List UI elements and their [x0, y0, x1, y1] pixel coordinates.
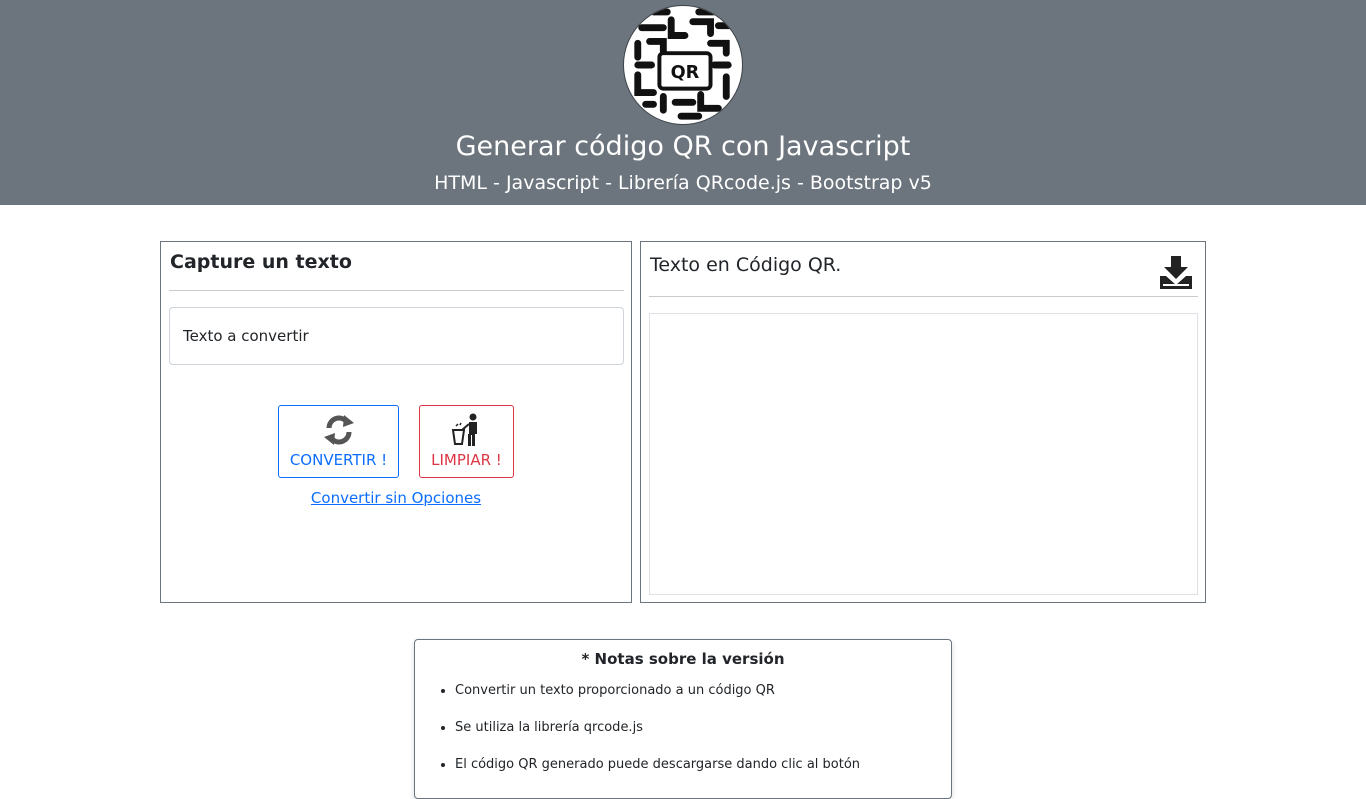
- list-item: Convertir un texto proporcionado a un có…: [455, 682, 860, 719]
- refresh-icon: [323, 415, 354, 445]
- download-icon[interactable]: [1157, 254, 1195, 292]
- qr-output-area: [649, 313, 1198, 595]
- input-card: Capture un texto CONVERTIR ! LIMPIAR ! C…: [160, 241, 632, 603]
- convert-without-options-link[interactable]: Convertir sin Opciones: [161, 489, 631, 507]
- page-title: Generar código QR con Javascript: [455, 131, 911, 162]
- release-notes: * Notas sobre la versión Convertir un te…: [414, 639, 952, 799]
- page-header: QR Generar código QR con Javascript HTML…: [0, 0, 1366, 205]
- input-card-title: Capture un texto: [170, 251, 352, 273]
- qr-logo-icon: QR: [623, 5, 743, 125]
- clear-button[interactable]: LIMPIAR !: [419, 405, 514, 478]
- divider: [169, 290, 624, 291]
- page-subtitle: HTML - Javascript - Librería QRcode.js -…: [434, 172, 932, 194]
- divider: [649, 296, 1198, 297]
- convert-button-label: CONVERTIR !: [289, 451, 388, 469]
- trash-person-icon: [451, 413, 477, 446]
- qr-logo-graphic: QR: [634, 8, 734, 120]
- notes-list: Convertir un texto proporcionado a un có…: [455, 682, 860, 793]
- output-card: Texto en Código QR.: [640, 241, 1206, 603]
- list-item: El código QR generado puede descargarse …: [455, 756, 860, 793]
- output-card-title: Texto en Código QR.: [650, 254, 842, 276]
- text-input[interactable]: [169, 307, 624, 365]
- convert-button[interactable]: CONVERTIR !: [278, 405, 399, 478]
- logo-text: QR: [671, 63, 700, 83]
- list-item: Se utiliza la librería qrcode.js: [455, 719, 860, 756]
- clear-button-label: LIMPIAR !: [431, 451, 502, 469]
- notes-title: * Notas sobre la versión: [581, 650, 785, 668]
